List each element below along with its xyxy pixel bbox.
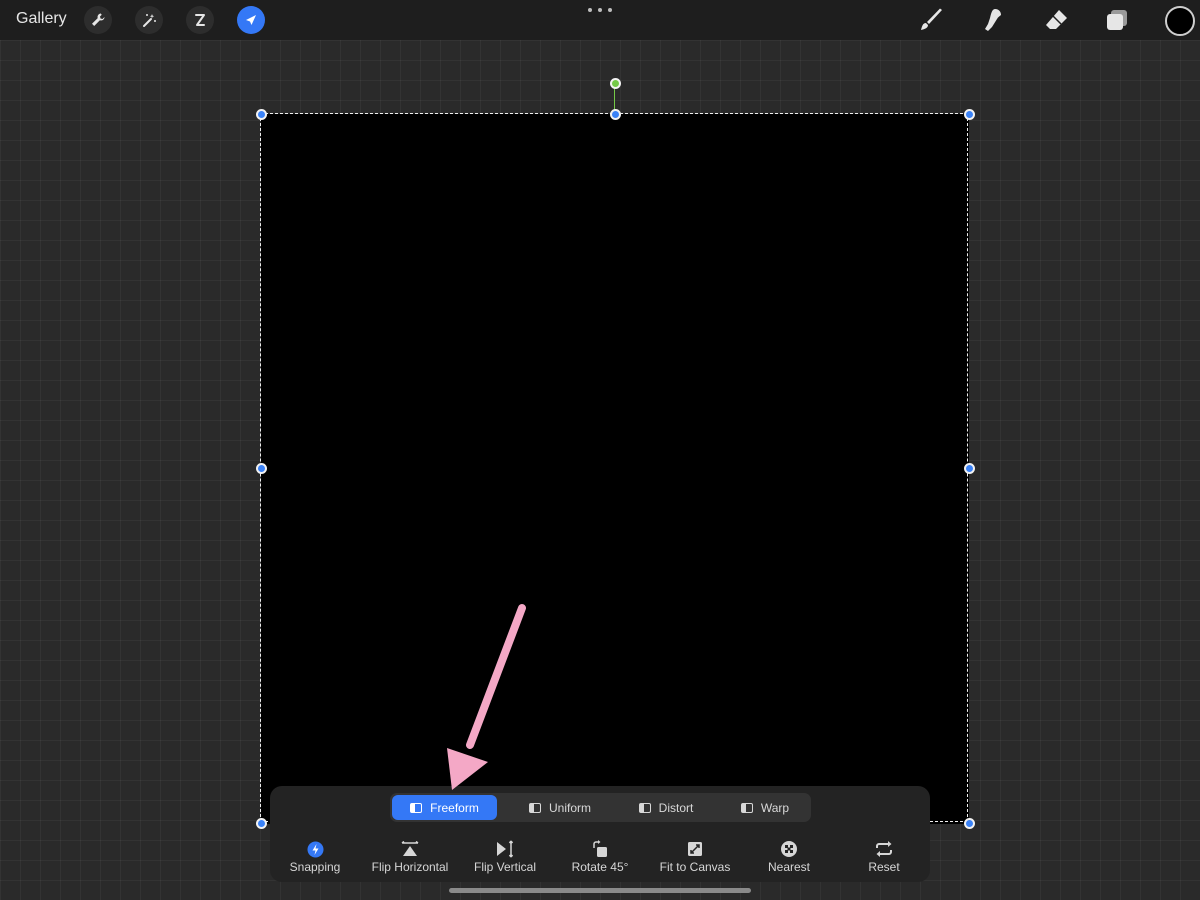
annotation-arrow [447, 604, 526, 790]
